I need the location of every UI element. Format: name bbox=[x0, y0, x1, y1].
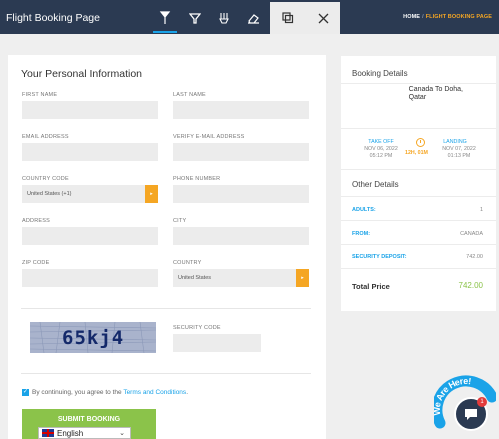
zip-field[interactable] bbox=[22, 269, 158, 287]
chevron-down-icon[interactable]: ▸ bbox=[145, 185, 158, 203]
other-details-title: Other Details bbox=[352, 180, 399, 189]
booking-details-title: Booking Details bbox=[352, 69, 408, 78]
divider bbox=[341, 128, 496, 129]
divider bbox=[341, 220, 496, 221]
deposit-label: SECURITY DEPOSIT: bbox=[352, 254, 407, 260]
country-code-value: United States (+1) bbox=[27, 191, 72, 197]
captcha-image: 65kj4 bbox=[30, 322, 156, 353]
breadcrumb-separator: / bbox=[422, 14, 424, 20]
personal-info-form: Your Personal Information FIRST NAME LAS… bbox=[8, 55, 326, 439]
country-label: COUNTRY bbox=[173, 260, 202, 266]
city-label: CITY bbox=[173, 218, 187, 224]
language-select[interactable]: English ⌄ bbox=[38, 427, 131, 439]
breadcrumb-home[interactable]: HOME bbox=[403, 14, 420, 20]
country-code-label: COUNTRY CODE bbox=[22, 176, 69, 182]
country-value: United States bbox=[178, 275, 212, 281]
adults-value: 1 bbox=[479, 207, 483, 213]
phone-field[interactable] bbox=[173, 185, 309, 203]
terms-link[interactable]: Terms and Conditions bbox=[123, 389, 186, 396]
from-value: CANADA bbox=[460, 231, 483, 237]
clock-icon bbox=[416, 138, 425, 147]
takeoff-time: 05:12 PM bbox=[369, 153, 393, 159]
last-name-label: LAST NAME bbox=[173, 92, 206, 98]
route: Canada To Doha, Qatar bbox=[409, 86, 463, 102]
divider bbox=[21, 373, 311, 374]
uk-flag-icon bbox=[42, 429, 54, 437]
chevron-down-icon: ⌄ bbox=[119, 430, 125, 437]
route-line-2: Qatar bbox=[408, 94, 427, 101]
divider bbox=[341, 169, 496, 170]
close-icon[interactable] bbox=[315, 10, 331, 26]
divider bbox=[341, 83, 496, 84]
terms-checkbox[interactable]: ✓ bbox=[22, 389, 29, 396]
terms-text: By continuing, you agree to the Terms an… bbox=[32, 389, 188, 396]
landing-time: 01:13 PM bbox=[447, 153, 471, 159]
country-select[interactable]: United States ▸ bbox=[173, 269, 309, 287]
terms-suffix: . bbox=[186, 389, 188, 396]
unread-badge: 1 bbox=[477, 397, 487, 407]
landing-date: NOV 07, 2022 bbox=[442, 146, 476, 152]
first-name-label: FIRST NAME bbox=[22, 92, 58, 98]
security-code-field[interactable] bbox=[173, 334, 261, 352]
chevron-down-icon[interactable]: ▸ bbox=[296, 269, 309, 287]
takeoff-label: TAKE OFF bbox=[368, 139, 394, 145]
zip-label: ZIP CODE bbox=[22, 260, 50, 266]
city-field[interactable] bbox=[173, 227, 309, 245]
address-field[interactable] bbox=[22, 227, 158, 245]
divider bbox=[21, 308, 311, 309]
booking-details-card: Booking Details Canada To Doha, Qatar TA… bbox=[341, 56, 496, 311]
copy-icon[interactable] bbox=[280, 10, 296, 26]
security-code-label: SECURITY CODE bbox=[173, 325, 221, 331]
funnel-icon[interactable] bbox=[187, 10, 203, 26]
eraser-icon[interactable] bbox=[245, 10, 261, 26]
adults-label: ADULTS: bbox=[352, 207, 376, 213]
total-price-label: Total Price bbox=[352, 282, 390, 291]
brush-icon[interactable] bbox=[216, 10, 232, 26]
total-price-value: 742.00 bbox=[458, 281, 483, 290]
phone-label: PHONE NUMBER bbox=[173, 176, 221, 182]
address-label: ADDRESS bbox=[22, 218, 50, 224]
cursor-icon[interactable] bbox=[153, 10, 177, 33]
top-bar: Flight Booking Page HOME / FLIGHT BOOKING … bbox=[0, 0, 499, 34]
first-name-field[interactable] bbox=[22, 101, 158, 119]
captcha-text: 65kj4 bbox=[62, 327, 125, 349]
flight-duration: 12H, 01M bbox=[405, 150, 428, 156]
verify-email-label: VERIFY E-MAIL ADDRESS bbox=[173, 134, 245, 140]
verify-email-field[interactable] bbox=[173, 143, 309, 161]
email-label: EMAIL ADDRESS bbox=[22, 134, 69, 140]
language-value: English bbox=[57, 428, 84, 438]
app-title: Flight Booking Page bbox=[6, 12, 100, 24]
form-title: Your Personal Information bbox=[21, 68, 143, 80]
route-line-1: Canada To Doha, bbox=[408, 86, 463, 93]
chat-bubble-icon bbox=[465, 409, 477, 420]
divider bbox=[341, 244, 496, 245]
takeoff-date: NOV 06, 2022 bbox=[364, 146, 398, 152]
divider bbox=[341, 268, 496, 269]
terms-prefix: By continuing, you agree to the bbox=[32, 389, 124, 396]
landing-label: LANDING bbox=[443, 139, 467, 145]
from-label: FROM: bbox=[352, 231, 371, 237]
divider bbox=[341, 196, 496, 197]
email-field[interactable] bbox=[22, 143, 158, 161]
breadcrumb: HOME / FLIGHT BOOKING PAGE bbox=[403, 14, 492, 20]
breadcrumb-current: FLIGHT BOOKING PAGE bbox=[425, 14, 492, 20]
last-name-field[interactable] bbox=[173, 101, 309, 119]
deposit-value: 742.00 bbox=[466, 254, 483, 260]
country-code-select[interactable]: United States (+1) ▸ bbox=[22, 185, 158, 203]
